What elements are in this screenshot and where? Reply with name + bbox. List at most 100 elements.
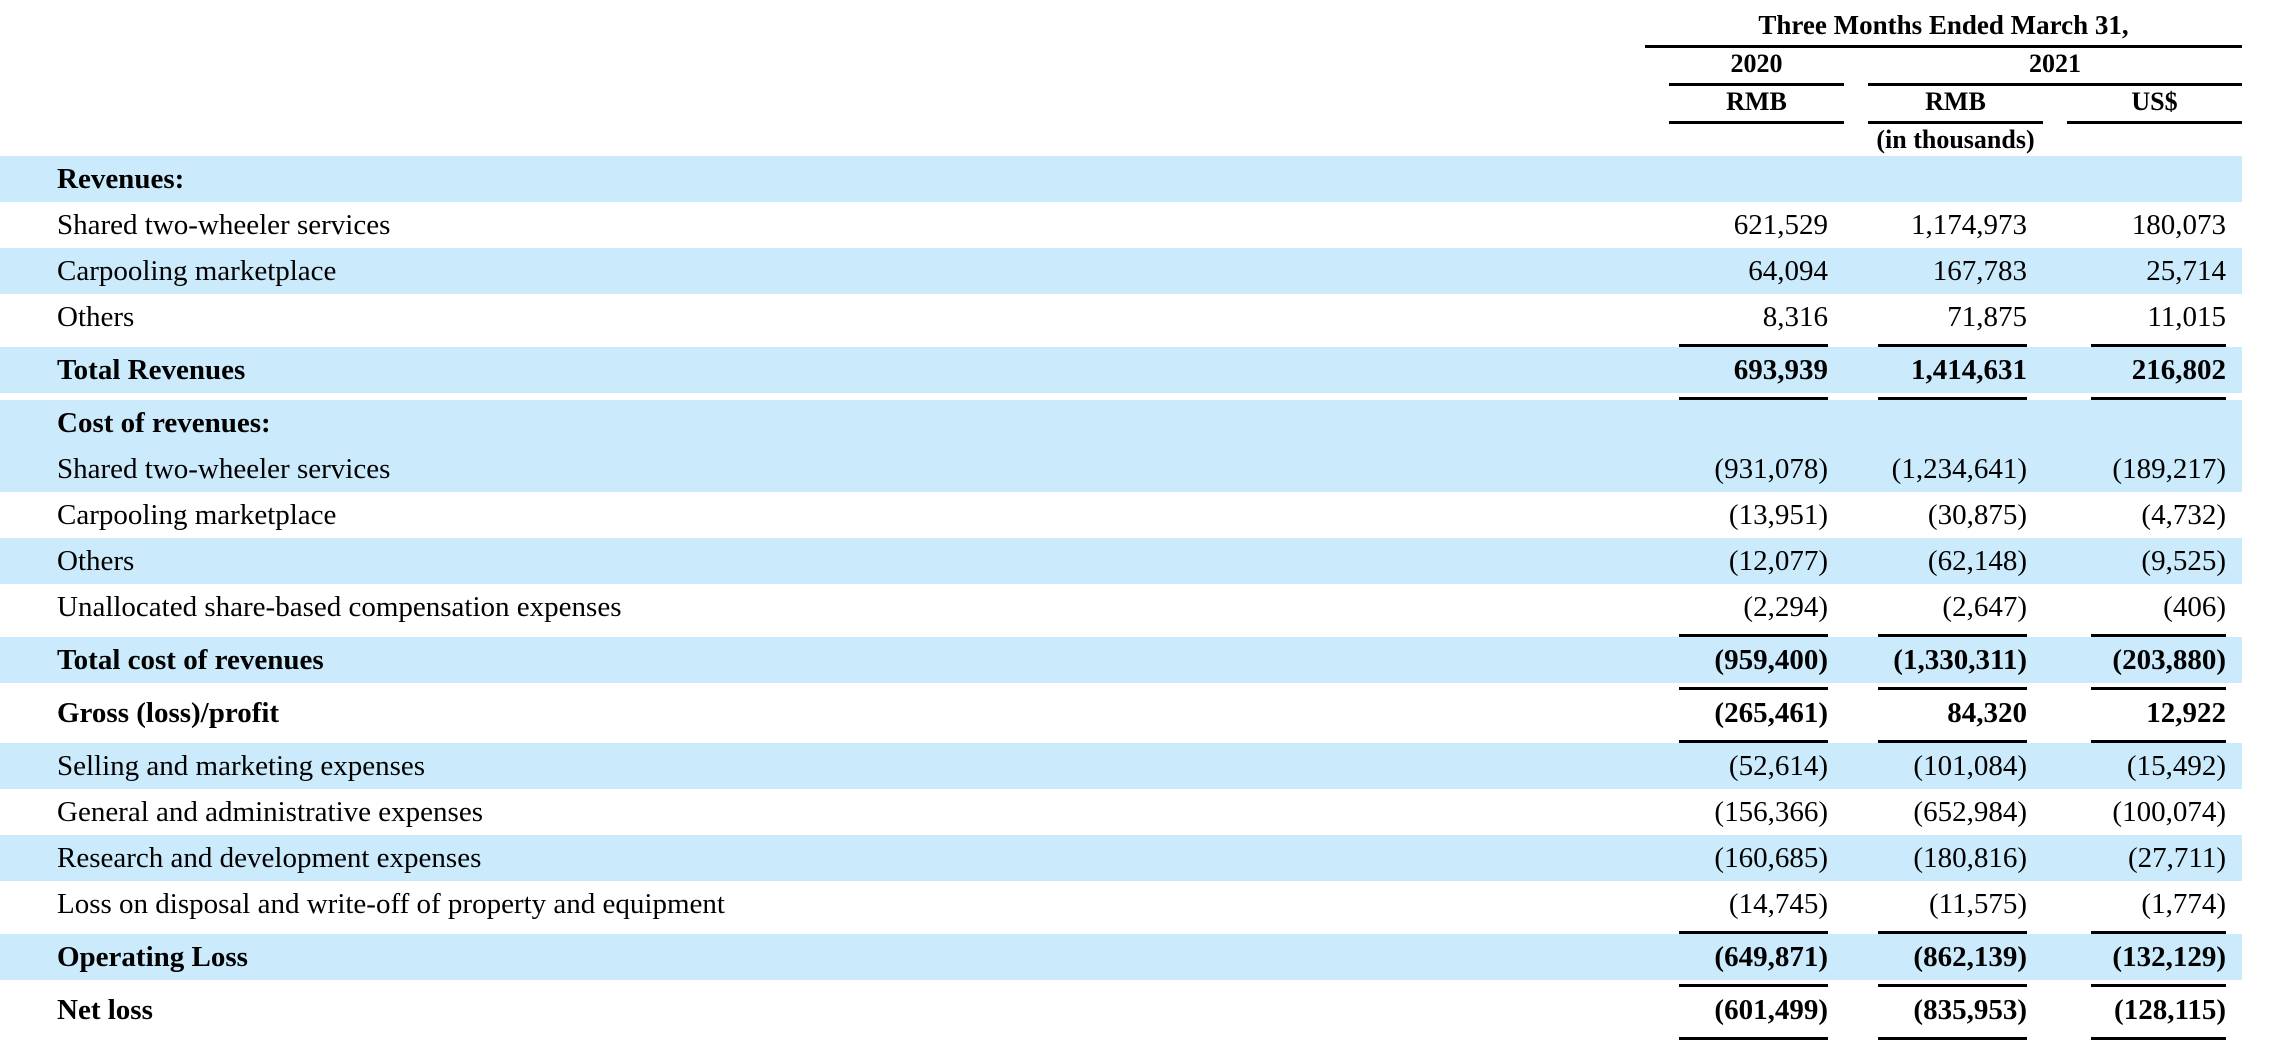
total-double-rule-below-net-loss xyxy=(0,1033,2294,1040)
row-value-rmb-2020: 621,529 xyxy=(1733,209,1828,241)
row-label: Selling and marketing expenses xyxy=(0,743,1645,789)
subtotal-rule-below-total-revenues xyxy=(0,393,2294,400)
row-value-rmb-2021 xyxy=(1868,400,2043,446)
row-value-rmb-2021: (652,984) xyxy=(1913,796,2027,828)
row-value-rmb-2020: (2,294) xyxy=(1743,591,1828,623)
row-value-rmb-2021: (1,234,641) xyxy=(1868,446,2043,492)
header-years-blank xyxy=(0,48,1645,80)
row-label: Loss on disposal and write-off of proper… xyxy=(57,888,725,920)
table-row: Total cost of revenues (959,400) (1,330,… xyxy=(0,637,2294,683)
row-value-usd-2021: (406) xyxy=(2163,591,2226,623)
row-value-usd-2021: 216,802 xyxy=(2067,347,2242,393)
row-value-usd-2021: (189,217) xyxy=(2067,446,2242,492)
table-row: Research and development expenses (160,6… xyxy=(0,835,2294,881)
row-value-usd-2021: (100,074) xyxy=(2112,796,2226,828)
table-row: Cost of revenues: xyxy=(0,400,2294,446)
row-value-rmb-2021: (180,816) xyxy=(1868,835,2043,881)
table-row: Loss on disposal and write-off of proper… xyxy=(0,881,2294,927)
row-value-rmb-2021: (835,953) xyxy=(1913,994,2027,1026)
row-value-usd-2021: (15,492) xyxy=(2067,743,2242,789)
row-label: Total cost of revenues xyxy=(0,637,1645,683)
subtotal-rule-below-total-cost xyxy=(0,683,2294,690)
row-value-rmb-2021: 167,783 xyxy=(1868,248,2043,294)
row-value-usd-2021: (128,115) xyxy=(2114,994,2226,1026)
header-currency-rmb-2021: RMB xyxy=(1925,87,1986,116)
row-label: Shared two-wheeler services xyxy=(0,446,1645,492)
row-label: Others xyxy=(57,301,135,333)
header-currency-usd-2021: US$ xyxy=(2131,87,2178,116)
row-value-rmb-2021 xyxy=(1868,156,2043,202)
header-blank-right xyxy=(2242,8,2294,42)
table-row: Operating Loss (649,871) (862,139) (132,… xyxy=(0,934,2294,980)
row-value-rmb-2020: (14,745) xyxy=(1728,888,1828,920)
row-value-usd-2021: 180,073 xyxy=(2131,209,2226,241)
row-value-rmb-2020: (160,685) xyxy=(1669,835,1844,881)
header-years-row: 2020 2021 xyxy=(0,48,2294,80)
header-year-2021: 2021 xyxy=(2029,49,2081,78)
table-row: Carpooling marketplace (13,951) (30,875)… xyxy=(0,492,2294,538)
row-value-rmb-2020: 64,094 xyxy=(1669,248,1844,294)
row-value-rmb-2020 xyxy=(1669,400,1844,446)
income-statement-table: Three Months Ended March 31, 2020 2021 R… xyxy=(0,0,2294,1040)
row-value-usd-2021: (203,880) xyxy=(2067,637,2242,683)
row-label: Others xyxy=(0,538,1645,584)
row-label: Operating Loss xyxy=(0,934,1645,980)
financial-statement-sheet: Three Months Ended March 31, 2020 2021 R… xyxy=(0,0,2294,1040)
table-row: Others 8,316 71,875 11,015 xyxy=(0,294,2294,340)
row-value-rmb-2020: (931,078) xyxy=(1669,446,1844,492)
subtotal-rule-above-operating-loss xyxy=(0,927,2294,934)
table-row: General and administrative expenses (156… xyxy=(0,789,2294,835)
table-row: Shared two-wheeler services 621,529 1,17… xyxy=(0,202,2294,248)
row-value-usd-2021: 11,015 xyxy=(2147,301,2226,333)
row-label: Carpooling marketplace xyxy=(57,499,337,531)
row-value-rmb-2020: (601,499) xyxy=(1714,994,1828,1026)
row-value-rmb-2020: (52,614) xyxy=(1669,743,1844,789)
row-label: Research and development expenses xyxy=(0,835,1645,881)
header-currency-blank xyxy=(0,86,1645,118)
row-value-usd-2021: (1,774) xyxy=(2141,888,2226,920)
header-units-note: (in thousands) xyxy=(1876,125,2035,154)
row-label: Net loss xyxy=(57,994,153,1026)
row-value-rmb-2021: (1,330,311) xyxy=(1868,637,2043,683)
header-year-2020: 2020 xyxy=(1730,49,1783,78)
row-value-usd-2021: 12,922 xyxy=(2146,697,2226,729)
table-row: Carpooling marketplace 64,094 167,783 25… xyxy=(0,248,2294,294)
header-units-row: (in thousands) xyxy=(0,124,2294,156)
row-value-rmb-2020: 693,939 xyxy=(1669,347,1844,393)
row-value-usd-2021: (132,129) xyxy=(2067,934,2242,980)
row-value-rmb-2021: (11,575) xyxy=(1929,888,2027,920)
row-label: Revenues: xyxy=(0,156,1645,202)
row-value-rmb-2021: (101,084) xyxy=(1868,743,2043,789)
row-value-rmb-2021: 1,414,631 xyxy=(1868,347,2043,393)
subtotal-rule-below-gross-profit xyxy=(0,736,2294,743)
row-label: Total Revenues xyxy=(0,347,1645,393)
row-value-usd-2021 xyxy=(2067,400,2242,446)
table-row: Selling and marketing expenses (52,614) … xyxy=(0,743,2294,789)
header-units-blank xyxy=(0,124,1645,156)
subtotal-rule-above-net-loss xyxy=(0,980,2294,987)
row-label: General and administrative expenses xyxy=(57,796,483,828)
row-value-rmb-2020: (156,366) xyxy=(1714,796,1828,828)
row-value-rmb-2020: (265,461) xyxy=(1714,697,1828,729)
row-value-rmb-2020: (959,400) xyxy=(1669,637,1844,683)
row-value-rmb-2021: (62,148) xyxy=(1868,538,2043,584)
row-value-rmb-2020: (12,077) xyxy=(1669,538,1844,584)
row-value-usd-2021: (4,732) xyxy=(2141,499,2226,531)
row-value-rmb-2021: 1,174,973 xyxy=(1911,209,2027,241)
header-currency-rmb-2020: RMB xyxy=(1726,87,1787,116)
header-period-row: Three Months Ended March 31, xyxy=(0,8,2294,42)
table-row: Revenues: xyxy=(0,156,2294,202)
row-value-rmb-2021: (2,647) xyxy=(1942,591,2027,623)
row-value-rmb-2020: 8,316 xyxy=(1762,301,1828,333)
row-label: Shared two-wheeler services xyxy=(57,209,391,241)
row-label: Gross (loss)/profit xyxy=(57,697,280,729)
row-value-rmb-2020: (13,951) xyxy=(1728,499,1828,531)
subtotal-rule-above-total-revenues xyxy=(0,340,2294,347)
row-value-rmb-2021: (30,875) xyxy=(1927,499,2027,531)
row-label: Carpooling marketplace xyxy=(0,248,1645,294)
table-row: Others (12,077) (62,148) (9,525) xyxy=(0,538,2294,584)
header-currency-row: RMB RMB US$ xyxy=(0,86,2294,118)
row-label: Unallocated share-based compensation exp… xyxy=(57,591,622,623)
row-value-usd-2021 xyxy=(2067,156,2242,202)
row-value-usd-2021: 25,714 xyxy=(2067,248,2242,294)
